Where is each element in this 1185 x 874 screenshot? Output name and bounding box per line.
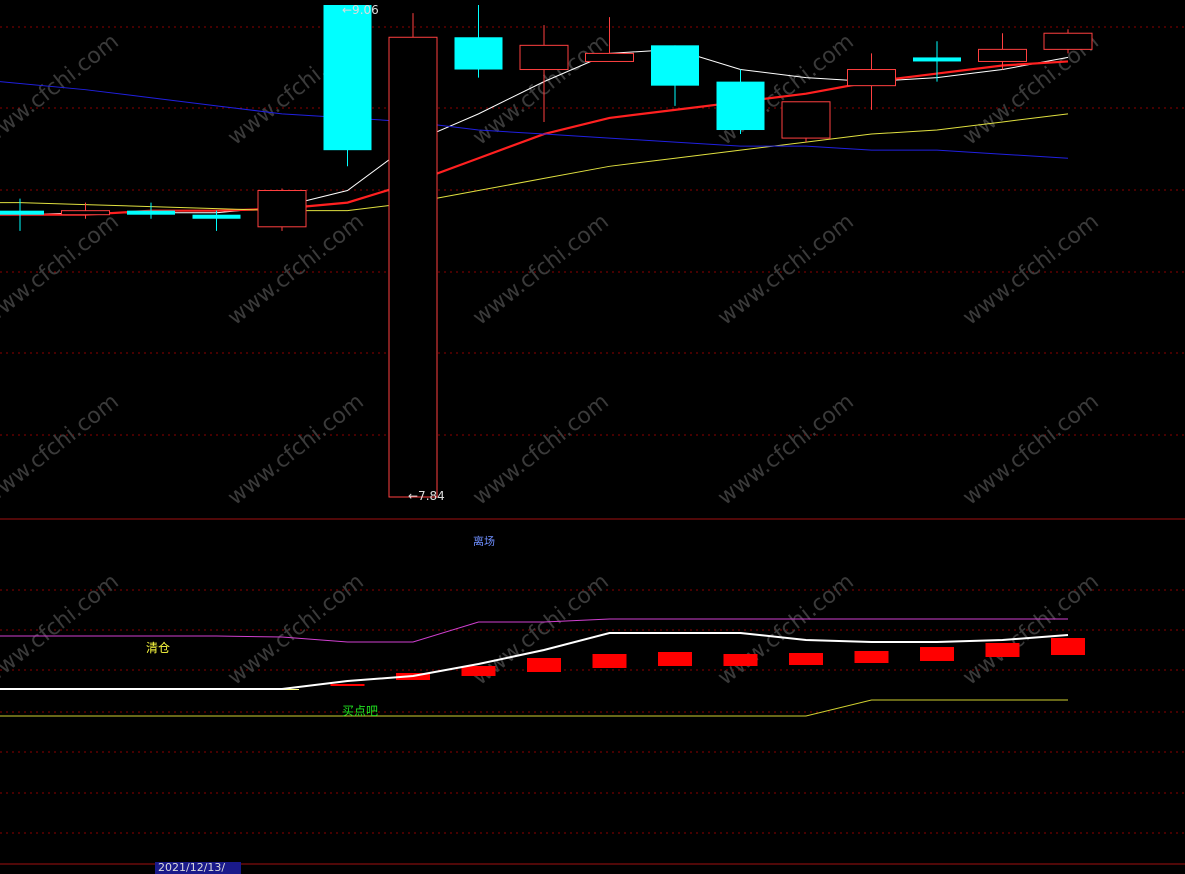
candle-body-down [651,45,699,86]
indicator-bar [658,652,692,666]
yellow-line [0,699,1068,717]
candle-body-down [454,37,503,70]
candle-body-down [127,210,175,215]
moving-average-line [0,113,1069,212]
watermark-text: www.cfchi.com [223,209,368,330]
watermark-text: www.cfchi.com [713,209,858,330]
indicator-bar [723,654,758,666]
date-cursor-box[interactable]: 2021/12/13/ [155,862,241,874]
grid-lines [0,26,1185,865]
watermarks: www.cfchi.com www.cfchi.com www.cfchi.com w… [0,29,1104,690]
watermark-text: www.cfchi.com [713,389,858,510]
watermark-text: www.cfchi.com [958,389,1103,510]
indicator-bar [920,647,954,661]
watermark-text: www.cfchi.com [713,569,858,690]
high-price-label: ←9.06 [342,3,379,17]
candle-body-up [978,48,1027,62]
watermark-text: www.cfchi.com [0,29,124,150]
watermark-text: www.cfchi.com [0,389,124,510]
indicator-bar [592,654,627,668]
candle-body-up [781,101,831,139]
chart-canvas: www.cfchi.com www.cfchi.com www.cfchi.com w… [0,5,1185,865]
watermark-text: www.cfchi.com [468,209,613,330]
candle-body-down [716,81,765,131]
low-price-label: ←7.84 [408,489,445,503]
indicator-bar [789,653,823,665]
candle-body-up [847,69,896,87]
candle-body-up [1043,32,1093,50]
candle-body-down [323,5,372,151]
candle-body-up [585,52,634,62]
candle-body-down [0,210,44,215]
indicator-bar [1051,638,1085,655]
watermark-text: www.cfchi.com [958,209,1103,330]
indicator-bar [527,658,561,672]
candle-body-down [192,214,241,219]
indicator-bar [461,666,496,676]
watermark-text: www.cfchi.com [0,209,124,330]
buy-point-label: 买点吧 [342,704,379,718]
indicator-bar [330,684,365,686]
clear-position-label: 清仓 [146,641,171,655]
candle-body-up [257,190,307,228]
candle-body-up [519,44,569,71]
indicator-title: 离场 [473,535,495,546]
indicator-bar [854,651,889,663]
watermark-text: www.cfchi.com [468,389,613,510]
watermark-text: www.cfchi.com [223,389,368,510]
candle-body-down [913,57,961,62]
candle-body-up [388,36,438,498]
indicator-bar [985,643,1020,657]
candle-body-up [61,210,110,216]
watermark-text: www.cfchi.com [223,569,368,690]
